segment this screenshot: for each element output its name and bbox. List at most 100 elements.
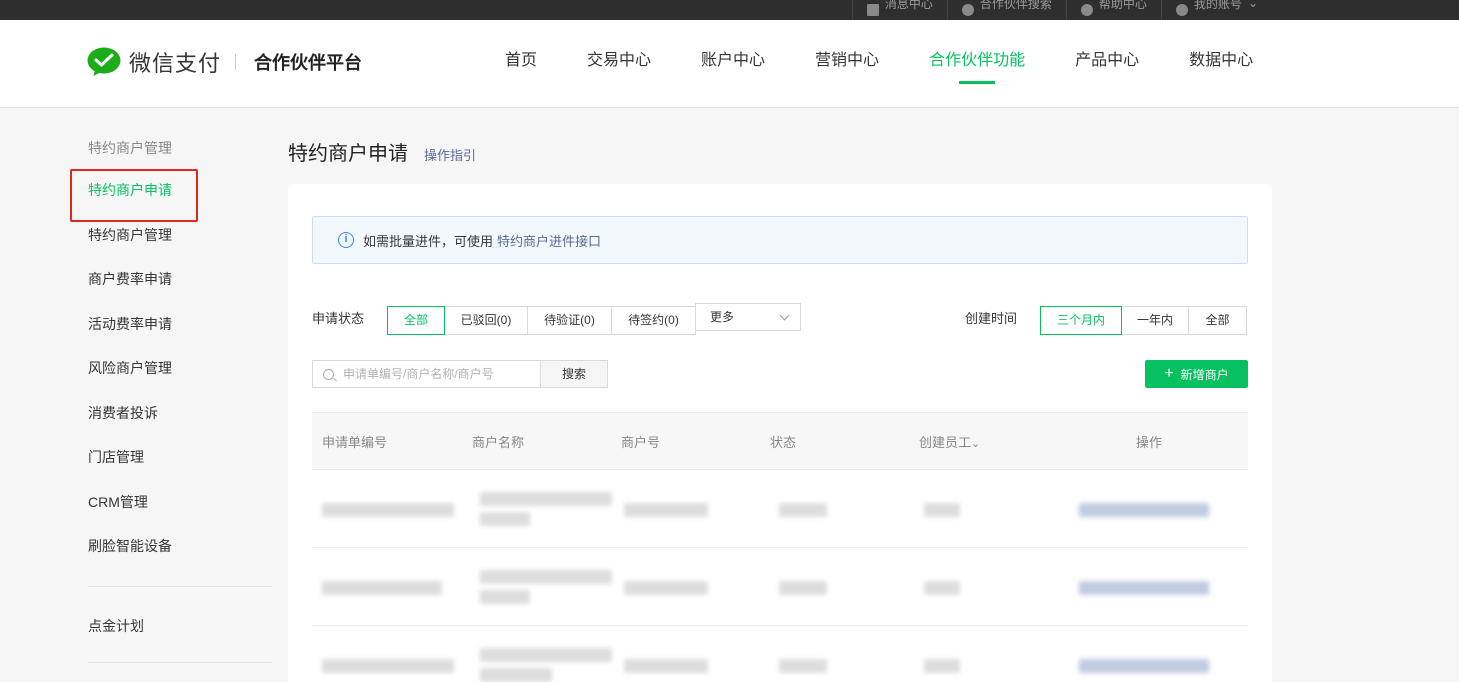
redacted-cell [924, 659, 960, 673]
nav-marketing[interactable]: 营销中心 [815, 20, 879, 108]
nav-account[interactable]: 账户中心 [701, 20, 765, 108]
col-merchant-id: 商户号 [621, 434, 661, 450]
search-button[interactable]: 搜索 [540, 360, 608, 388]
redacted-cell [480, 668, 552, 682]
main-header: 微信支付 合作伙伴平台 首页 交易中心 账户中心 营销中心 合作伙伴功能 产品中… [0, 20, 1459, 108]
chevron-down-icon: ⌄ [971, 437, 981, 450]
my-account-menu[interactable]: 我的账号 ⌄ [1160, 0, 1272, 20]
status-filter-label: 申请状态 [312, 311, 365, 326]
main-card: i 如需批量进件，可使用 特约商户进件接口 申请状态 全部 已驳回(0) 待验证… [288, 184, 1272, 682]
redacted-cell [480, 570, 612, 584]
redacted-cell [924, 503, 960, 517]
notice-banner: i 如需批量进件，可使用 特约商户进件接口 [312, 216, 1248, 264]
time-filter-three-months[interactable]: 三个月内 [1040, 306, 1122, 335]
sidebar-item-fee-rate-application[interactable]: 商户费率申请 [88, 257, 272, 302]
redacted-cell [322, 659, 454, 673]
time-filter-all[interactable]: 全部 [1188, 306, 1247, 335]
add-merchant-label: 新增商户 [1180, 367, 1229, 382]
col-actions: 操作 [1135, 434, 1162, 450]
sidebar-item-crm-management[interactable]: CRM管理 [88, 480, 272, 525]
nav-products[interactable]: 产品中心 [1075, 20, 1139, 108]
sidebar-item-gold-plan[interactable]: 点金计划 [88, 604, 272, 649]
search-icon [323, 368, 334, 380]
search-input[interactable] [343, 367, 533, 381]
status-filter-all[interactable]: 全部 [387, 306, 445, 335]
sidebar-item-merchant-management[interactable]: 特约商户管理 [88, 213, 272, 258]
platform-name: 合作伙伴平台 [254, 53, 363, 73]
redacted-action[interactable] [1079, 581, 1209, 595]
time-filter-label: 创建时间 [965, 311, 1018, 326]
time-filter-group: 三个月内 一年内 全部 [1040, 306, 1247, 335]
sidebar-item-consumer-complaints[interactable]: 消费者投诉 [88, 391, 272, 436]
col-application-no: 申请单编号 [322, 434, 388, 450]
notice-api-link[interactable]: 特约商户进件接口 [497, 231, 601, 250]
nav-partner-functions[interactable]: 合作伙伴功能 [929, 20, 1025, 108]
status-filter-pending-sign[interactable]: 待签约(0) [611, 306, 696, 335]
sidebar-item-merchant-application[interactable]: 特约商户申请 [70, 168, 272, 222]
logo-text: 微信支付 [129, 51, 222, 76]
col-status: 状态 [770, 434, 797, 450]
table-row [312, 470, 1248, 548]
table-row [312, 548, 1248, 626]
message-icon [866, 4, 879, 16]
more-status-select[interactable]: 更多 [695, 303, 801, 331]
redacted-cell [480, 648, 612, 662]
help-center-link[interactable]: 帮助中心 [1065, 0, 1161, 20]
user-icon [1175, 4, 1188, 16]
time-filter-one-year[interactable]: 一年内 [1121, 306, 1189, 335]
chevron-down-icon [779, 310, 790, 321]
table-row [312, 626, 1248, 682]
page-title-row: 特约商户申请 操作指引 [288, 137, 476, 166]
more-select-label: 更多 [710, 310, 735, 324]
col-creator[interactable]: 创建员工⌄ [919, 432, 1099, 451]
wechat-pay-logo-icon [87, 47, 121, 76]
col-creator-label: 创建员工 [919, 434, 972, 450]
status-filter-pending-verify[interactable]: 待验证(0) [527, 306, 612, 335]
redacted-cell [779, 503, 827, 517]
partner-search-link[interactable]: 合作伙伴搜索 [946, 0, 1066, 20]
redacted-cell [624, 659, 708, 673]
main-nav: 首页 交易中心 账户中心 营销中心 合作伙伴功能 产品中心 数据中心 [505, 20, 1253, 108]
sidebar-item-face-devices[interactable]: 刷脸智能设备 [88, 524, 272, 569]
col-merchant-name: 商户名称 [472, 434, 525, 450]
sidebar-group-title: 特约商户管理 [88, 140, 172, 156]
redacted-cell [322, 581, 442, 595]
top-utility-bar: 消息中心 合作伙伴搜索 帮助中心 我的账号 ⌄ [0, 0, 1459, 20]
wechat-pay-logo[interactable]: 微信支付 合作伙伴平台 [87, 46, 362, 78]
chevron-down-icon: ⌄ [1247, 0, 1258, 10]
message-center-link[interactable]: 消息中心 [851, 0, 947, 20]
logo-divider [235, 54, 237, 70]
operation-guide-link[interactable]: 操作指引 [424, 145, 476, 164]
sidebar-divider [88, 585, 272, 587]
redacted-action[interactable] [1079, 503, 1209, 517]
applications-table: 申请单编号 商户名称 商户号 状态 创建员工⌄ 操作 [312, 412, 1248, 682]
redacted-cell [624, 503, 708, 517]
help-icon [1080, 4, 1093, 16]
search-box [312, 360, 541, 388]
sidebar-divider [88, 662, 272, 663]
add-merchant-button[interactable]: + 新增商户 [1145, 360, 1248, 388]
page-title: 特约商户申请 [288, 143, 408, 165]
notice-text: 如需批量进件，可使用 [363, 233, 494, 249]
plus-icon: + [1164, 365, 1174, 382]
sidebar-item-activity-fee-application[interactable]: 活动费率申请 [88, 302, 272, 347]
redacted-cell [924, 581, 960, 595]
sidebar-item-risk-merchant-management[interactable]: 风险商户管理 [88, 346, 272, 391]
redacted-cell [480, 590, 530, 604]
nav-data[interactable]: 数据中心 [1189, 20, 1253, 108]
redacted-cell [779, 581, 827, 595]
status-filter-group: 全部 已驳回(0) 待验证(0) 待签约(0) [387, 306, 696, 335]
info-icon: i [338, 232, 354, 248]
nav-home[interactable]: 首页 [505, 20, 537, 108]
sidebar: 特约商户管理 特约商户申请 特约商户管理 商户费率申请 活动费率申请 风险商户管… [70, 128, 272, 680]
redacted-cell [322, 503, 454, 517]
nav-transactions[interactable]: 交易中心 [587, 20, 651, 108]
redacted-cell [624, 581, 708, 595]
status-filter-rejected[interactable]: 已驳回(0) [444, 306, 528, 335]
redacted-cell [480, 492, 612, 506]
redacted-action[interactable] [1079, 659, 1209, 673]
redacted-cell [779, 659, 827, 673]
table-header: 申请单编号 商户名称 商户号 状态 创建员工⌄ 操作 [312, 412, 1248, 470]
redacted-cell [480, 512, 530, 526]
sidebar-item-store-management[interactable]: 门店管理 [88, 435, 272, 480]
